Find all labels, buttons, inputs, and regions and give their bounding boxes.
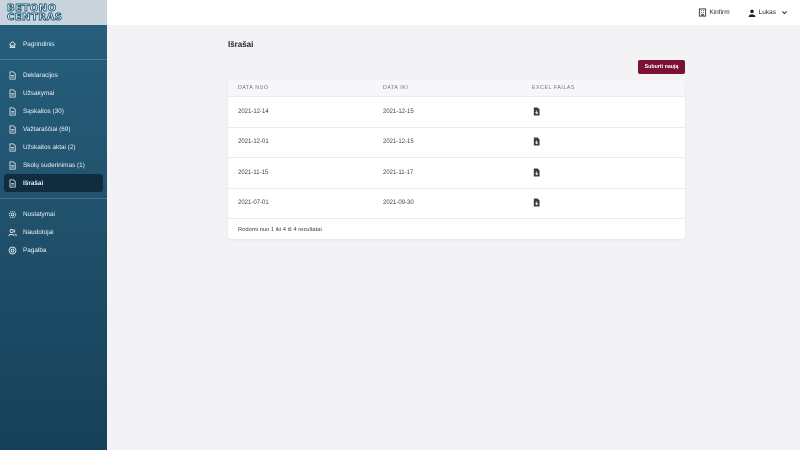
logo[interactable]: BETONO CENTRAS — [0, 0, 107, 25]
sidebar-item-label: Pagrindinis — [23, 40, 55, 48]
company-selector[interactable]: Kinfirm — [698, 8, 730, 17]
date-from: 2021-12-14 — [238, 108, 269, 115]
excel-download-icon[interactable] — [532, 194, 541, 212]
document-icon — [8, 88, 17, 98]
divider — [0, 198, 107, 199]
excel-download-icon[interactable] — [532, 133, 541, 151]
document-icon — [8, 160, 17, 170]
sidebar-item-deklaracijos[interactable]: Deklaracijos — [4, 66, 103, 84]
document-icon — [8, 178, 17, 188]
date-to: 2021-09-30 — [383, 200, 414, 207]
column-header-from[interactable]: DATA NUO — [238, 85, 269, 91]
page-title: Išrašai — [228, 40, 254, 49]
sidebar-item-label: Nustatymai — [23, 210, 55, 218]
user-icon — [748, 9, 756, 17]
sidebar-item-saskaitos[interactable]: Sąskaitos (30) — [4, 102, 103, 120]
table-row: 2021-11-15 2021-11-17 — [228, 158, 685, 189]
column-header-excel: EXCEL FAILAS — [532, 85, 576, 91]
create-new-button[interactable]: Suburti naują — [638, 60, 685, 74]
logo-line-2: CENTRAS — [7, 11, 63, 23]
gear-icon — [8, 210, 17, 219]
table-header: DATA NUO DATA IKI EXCEL FAILAS — [228, 80, 685, 97]
users-icon — [8, 228, 17, 237]
document-icon — [8, 124, 17, 134]
help-icon — [8, 246, 17, 255]
date-from: 2021-07-01 — [238, 200, 269, 207]
sidebar: BETONO CENTRAS Pagrindinis Deklaracijos … — [0, 0, 107, 450]
sidebar-item-label: Naudotojai — [23, 228, 54, 236]
sidebar-item-skolu-suderinimas[interactable]: Skolų suderinimas (1) — [4, 156, 103, 174]
date-to: 2021-11-17 — [383, 169, 414, 176]
statements-table: DATA NUO DATA IKI EXCEL FAILAS 2021-12-1… — [228, 80, 685, 239]
column-header-to[interactable]: DATA IKI — [383, 85, 408, 91]
table-row: 2021-12-14 2021-12-15 — [228, 97, 685, 128]
table-row: 2021-12-01 2021-12-15 — [228, 128, 685, 158]
sidebar-item-label: Išrašai — [23, 179, 44, 187]
sidebar-item-israsai[interactable]: Išrašai — [4, 174, 103, 192]
table-row: 2021-07-01 2021-09-30 — [228, 189, 685, 219]
sidebar-item-pagrindinis[interactable]: Pagrindinis — [4, 35, 103, 53]
sidebar-item-label: Sąskaitos (30) — [23, 107, 64, 115]
sidebar-item-label: Pagalba — [23, 246, 47, 254]
sidebar-item-nustatymai[interactable]: Nustatymai — [4, 205, 103, 223]
sidebar-item-label: Užsakymai — [23, 89, 55, 97]
chevron-down-icon — [782, 11, 787, 15]
excel-download-icon[interactable] — [532, 103, 541, 121]
building-icon — [699, 8, 707, 17]
pagination-summary: Rodomi nuo 1 iki 4 iš 4 rezultatai — [238, 227, 322, 233]
sidebar-item-pagalba[interactable]: Pagalba — [4, 241, 103, 259]
excel-download-icon[interactable] — [532, 164, 541, 182]
date-from: 2021-12-01 — [238, 139, 269, 146]
home-icon — [8, 40, 17, 49]
date-from: 2021-11-15 — [238, 169, 269, 176]
sidebar-item-label: Užskaitos aktai (2) — [23, 143, 76, 151]
sidebar-item-uzskaitos-aktai[interactable]: Užskaitos aktai (2) — [4, 138, 103, 156]
document-icon — [8, 106, 17, 116]
sidebar-item-label: Skolų suderinimas (1) — [23, 161, 85, 169]
user-name: Lukas — [758, 9, 776, 16]
sidebar-item-label: Važtaraščiai (69) — [23, 125, 71, 133]
main-content: Išrašai Suburti naują DATA NUO DATA IKI … — [107, 25, 800, 450]
document-icon — [8, 142, 17, 152]
user-menu[interactable]: Lukas — [748, 9, 794, 17]
top-bar: Kinfirm Lukas — [107, 0, 800, 25]
sidebar-item-uzsakymai[interactable]: Užsakymai — [4, 84, 103, 102]
sidebar-nav: Pagrindinis Deklaracijos Užsakymai Sąska… — [0, 25, 107, 259]
company-name: Kinfirm — [709, 9, 730, 16]
sidebar-item-label: Deklaracijos — [23, 71, 58, 79]
sidebar-item-vaztarasciai[interactable]: Važtaraščiai (69) — [4, 120, 103, 138]
date-to: 2021-12-15 — [383, 139, 414, 146]
document-icon — [8, 70, 17, 80]
sidebar-item-naudotojai[interactable]: Naudotojai — [4, 223, 103, 241]
divider — [0, 59, 107, 60]
date-to: 2021-12-15 — [383, 108, 414, 115]
